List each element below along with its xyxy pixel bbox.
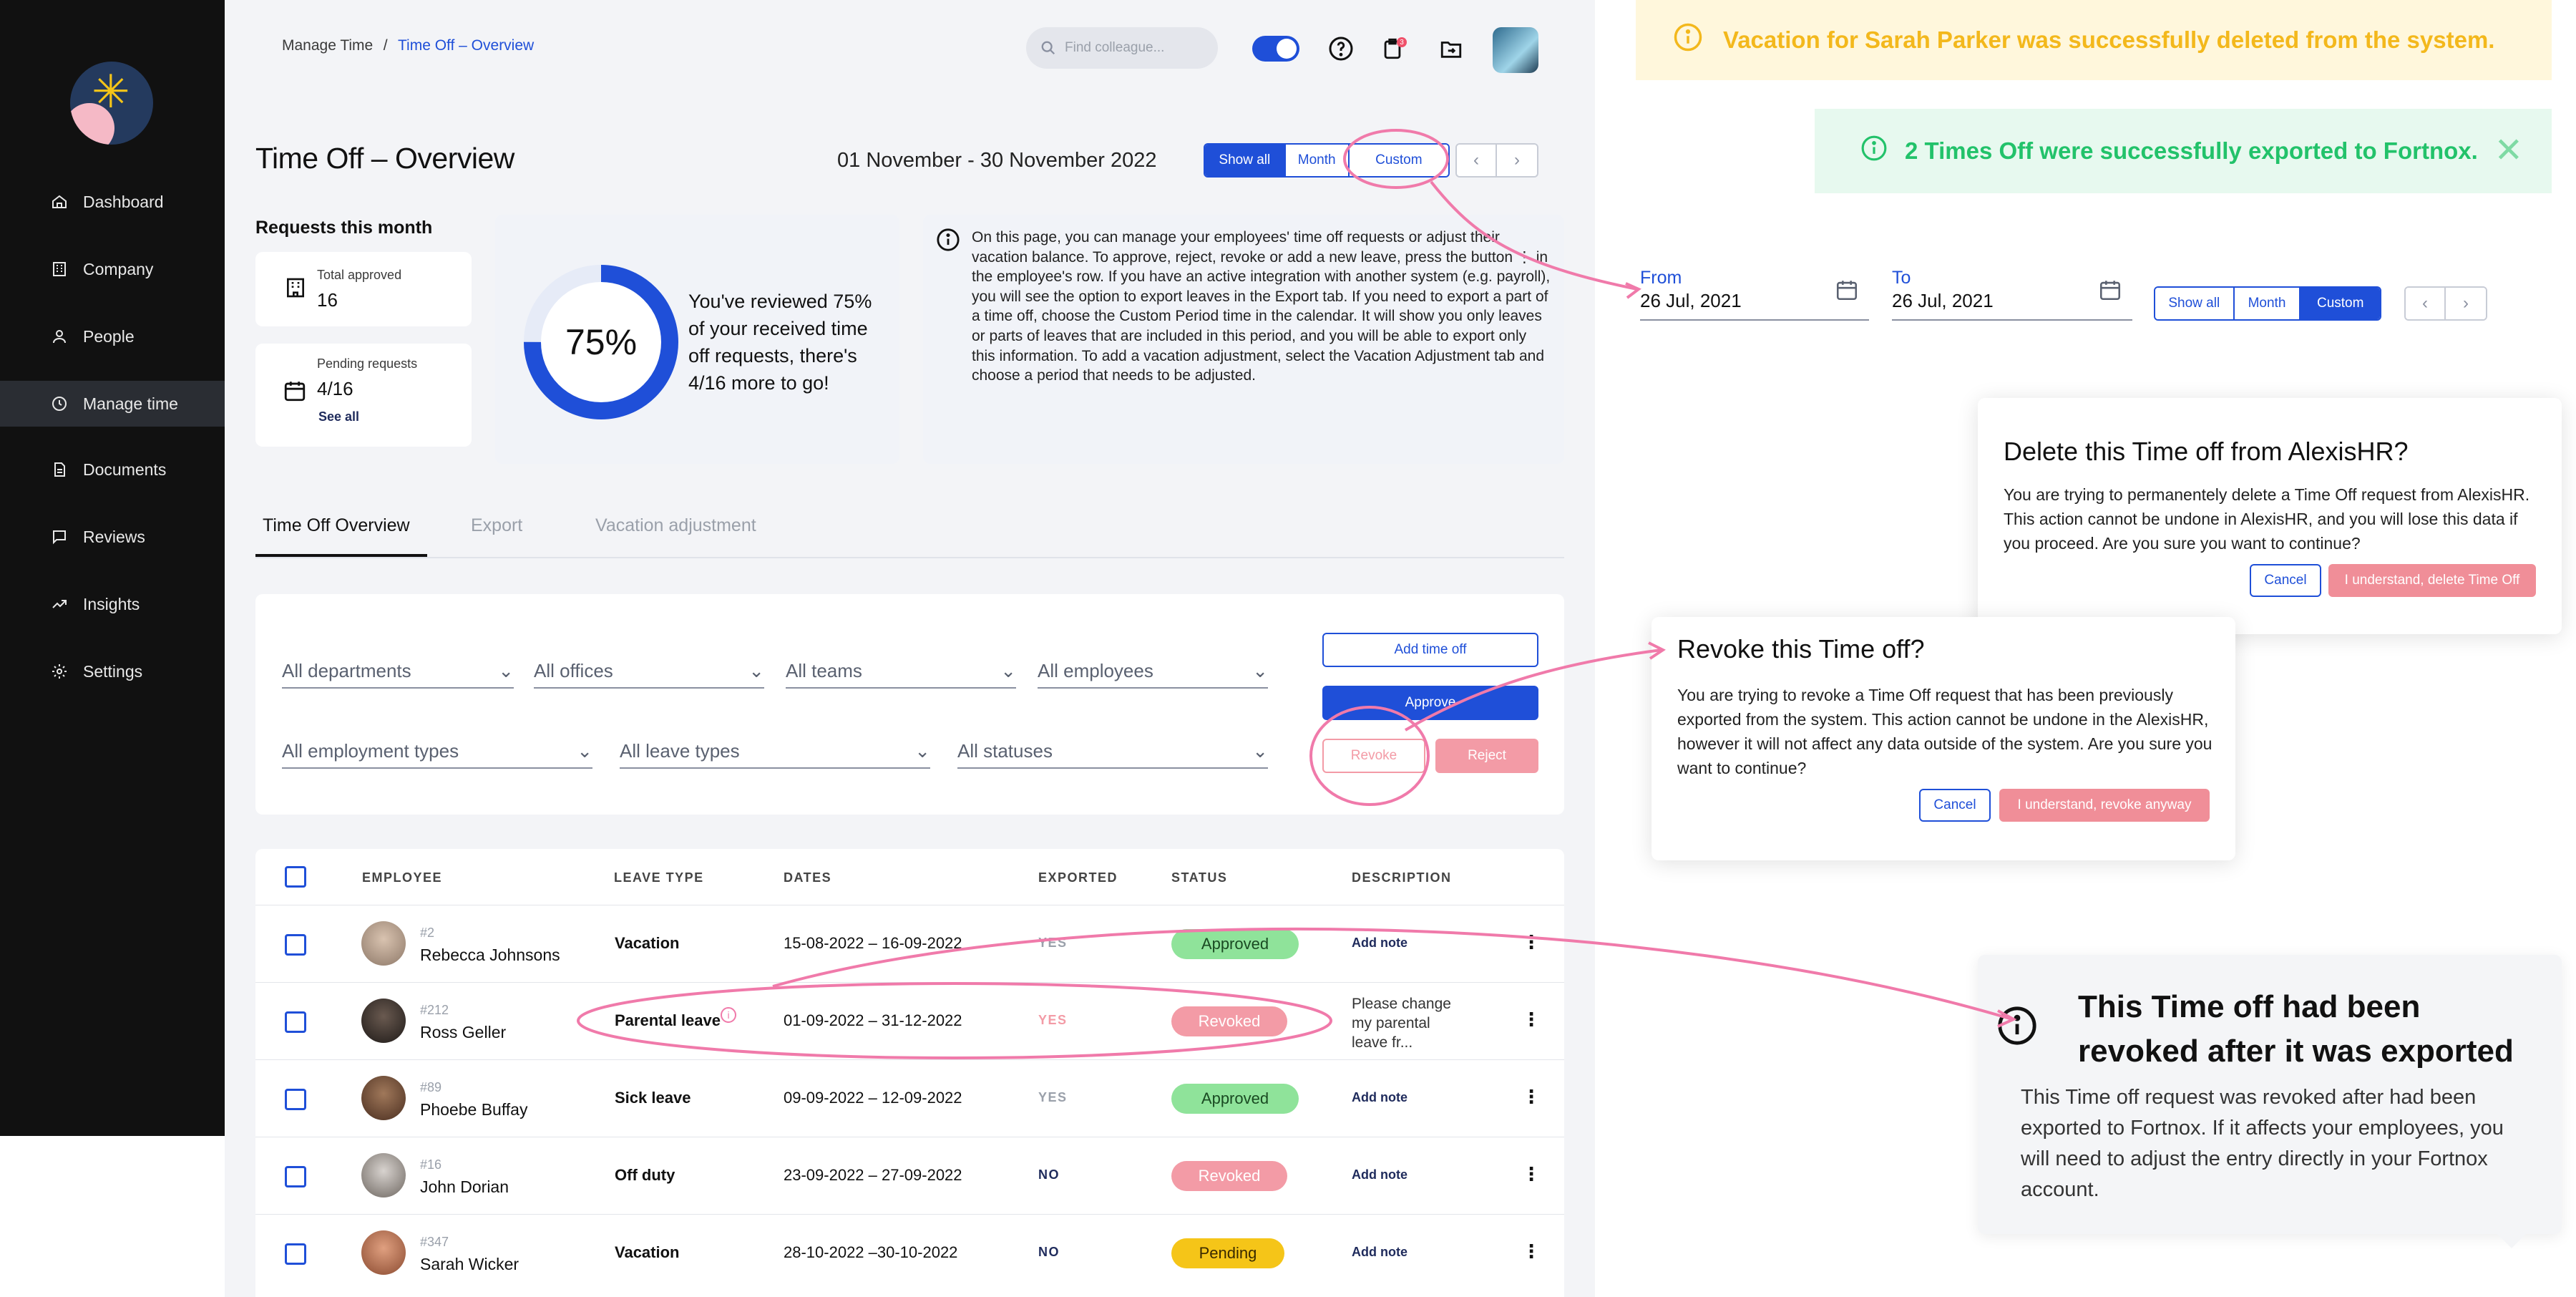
annotation-circle-revoke [1309,706,1430,806]
arrow-to-revoke-dialog [1404,648,1662,732]
arrow-to-custom-range [1430,180,1638,291]
annotation-overlay [577,129,2017,1059]
arrow-to-tooltip [772,927,2013,1021]
annotation-circle-row [577,982,1332,1059]
arrow-head [1625,282,1641,299]
annotation-circle-custom [1343,129,1449,189]
